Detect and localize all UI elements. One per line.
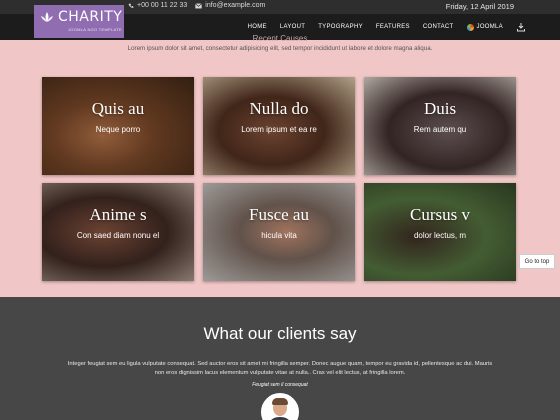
logo-tagline: JOOMLA NGO TEMPLATE <box>68 27 123 32</box>
envelope-icon <box>195 2 203 8</box>
tile-subtitle: Rem autem qu <box>413 125 467 134</box>
tile-title: Duis <box>423 99 457 118</box>
tile-title: Cursus v <box>410 205 470 224</box>
tile-subtitle: dolor lectus, m <box>413 231 467 240</box>
tile-title: Nulla do <box>249 99 309 118</box>
phone-contact[interactable]: +00 00 11 22 33 <box>128 2 187 9</box>
tile-title: Fusce au <box>249 205 309 224</box>
tile-subtitle: Lorem ipsum et ea re <box>241 125 317 134</box>
avatar <box>261 393 299 420</box>
download-icon[interactable] <box>516 22 526 32</box>
nav-item-joomla-label: JOOMLA <box>476 24 503 30</box>
lotus-logo-icon <box>41 12 53 22</box>
cause-tile[interactable]: Cursus v dolor lectus, m <box>364 183 516 281</box>
nav-item-typography[interactable]: TYPOGRAPHY <box>318 24 363 30</box>
intro-text: Lorem ipsum dolor sit amet, consectetur … <box>127 45 433 52</box>
email-address: info@example.com <box>205 2 266 9</box>
tile-subtitle: hicula vita <box>261 231 297 240</box>
tile-title: Anime s <box>89 205 147 224</box>
logo-title: CHARITY <box>58 9 123 25</box>
cause-tile[interactable]: Fusce au hicula vita <box>203 183 355 281</box>
tile-title: Quis au <box>91 99 145 118</box>
joomla-icon <box>466 23 474 31</box>
cause-tile[interactable]: Anime s Con saed diam nonu el <box>42 183 194 281</box>
nav-item-contact[interactable]: CONTACT <box>423 24 454 30</box>
nav-item-joomla[interactable]: JOOMLA <box>466 23 503 31</box>
current-date: Friday, 12 April 2019 <box>445 2 514 11</box>
testimonials-section: What our clients say Integer feugiat sem… <box>0 297 560 420</box>
phone-icon <box>128 3 134 8</box>
testimonial-quote: Integer feugiat sem eu ligula vulputate … <box>67 361 493 376</box>
contact-info: +00 00 11 22 33 info@example.com <box>128 2 265 9</box>
cause-tile[interactable]: Nulla do Lorem ipsum et ea re <box>203 77 355 175</box>
cause-tile[interactable]: Duis Rem autem qu <box>364 77 516 175</box>
tile-subtitle: Neque porro <box>95 125 141 134</box>
testimonials-heading: What our clients say <box>203 324 357 343</box>
section-title: Recent Causes <box>252 34 308 43</box>
testimonial-author: Feugiat sem il consequat <box>252 382 308 388</box>
phone-number: +00 00 11 22 33 <box>137 2 188 9</box>
nav-item-layout[interactable]: LAYOUT <box>280 24 305 30</box>
nav-item-features[interactable]: FEATURES <box>376 24 410 30</box>
nav-item-home[interactable]: HOME <box>248 24 267 30</box>
tile-subtitle: Con saed diam nonu el <box>76 231 160 240</box>
avatar-hair <box>272 398 288 405</box>
email-contact[interactable]: info@example.com <box>195 2 265 9</box>
cause-tile[interactable]: Quis au Neque porro <box>42 77 194 175</box>
go-to-top-button[interactable]: Go to top <box>519 254 555 269</box>
